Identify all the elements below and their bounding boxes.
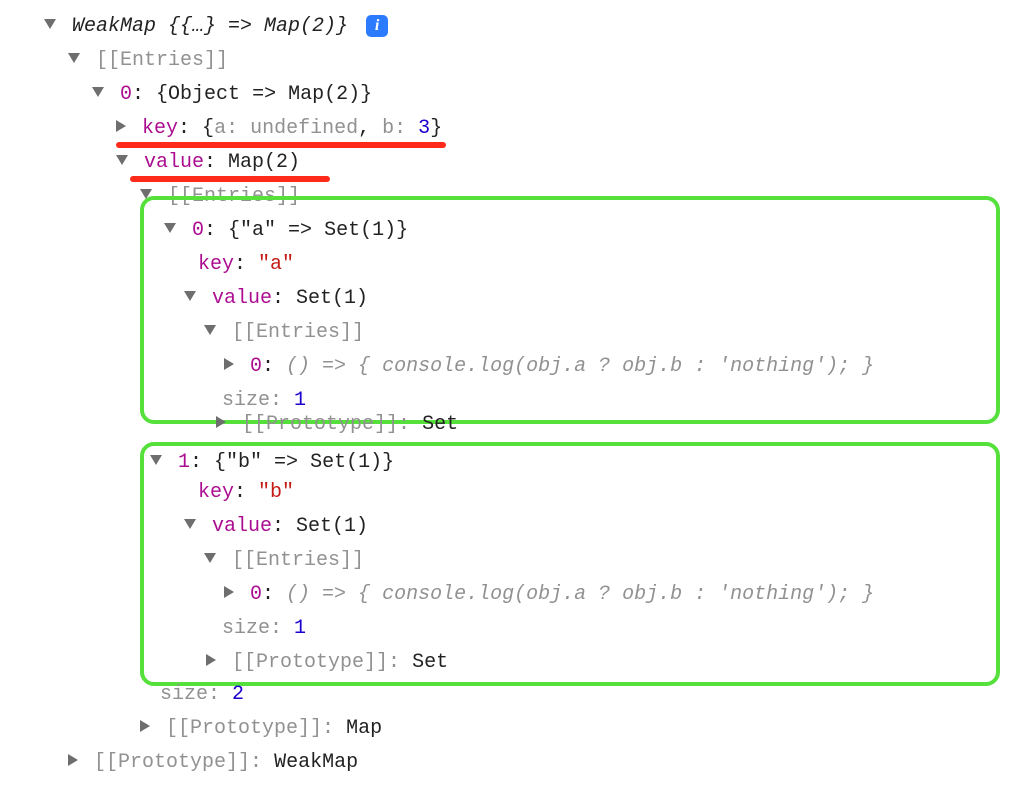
chevron-right-icon[interactable] bbox=[140, 720, 150, 732]
e0-prototype[interactable]: [[Prototype]]: Set bbox=[20, 408, 1030, 442]
highlight-box-b: key: "b" value: Set(1) [[Entries]] 0: ()… bbox=[140, 442, 1000, 686]
chevron-right-icon[interactable] bbox=[224, 358, 234, 370]
e1-fn[interactable]: 0: () => { console.log(obj.a ? obj.b : '… bbox=[144, 578, 990, 612]
entry-0-key[interactable]: key: {a: undefined, b: 3} bbox=[20, 112, 1030, 146]
e1-key: key: "b" bbox=[144, 476, 990, 510]
entry-index: 0 bbox=[192, 219, 204, 242]
chevron-down-icon[interactable] bbox=[116, 155, 128, 165]
map-prototype[interactable]: [[Prototype]]: Map bbox=[20, 712, 1030, 746]
e1-prototype[interactable]: [[Prototype]]: Set bbox=[144, 646, 990, 680]
chevron-down-icon[interactable] bbox=[92, 87, 104, 97]
highlight-box-a: 0: {"a" => Set(1)} key: "a" value: Set(1… bbox=[140, 196, 1000, 424]
key-label: key bbox=[142, 117, 178, 140]
chevron-down-icon[interactable] bbox=[44, 19, 56, 29]
map-size: size: 2 bbox=[20, 678, 1030, 712]
entry-0[interactable]: 0: {Object => Map(2)} bbox=[20, 78, 1030, 112]
value-preview: Map(2) bbox=[228, 151, 300, 174]
value-label: value bbox=[144, 151, 204, 174]
chevron-down-icon[interactable] bbox=[204, 325, 216, 335]
chevron-down-icon[interactable] bbox=[184, 519, 196, 529]
e0-key: key: "a" bbox=[144, 248, 990, 282]
root-prototype[interactable]: [[Prototype]]: WeakMap bbox=[20, 746, 1030, 780]
chevron-right-icon[interactable] bbox=[216, 416, 226, 428]
root-label: WeakMap {{…} => Map(2)} bbox=[72, 15, 348, 38]
e0-value[interactable]: value: Set(1) bbox=[144, 282, 990, 316]
e1-value[interactable]: value: Set(1) bbox=[144, 510, 990, 544]
entry-header: {Object => Map(2)} bbox=[156, 83, 372, 106]
chevron-down-icon[interactable] bbox=[204, 553, 216, 563]
info-icon[interactable]: i bbox=[366, 15, 388, 37]
chevron-down-icon[interactable] bbox=[68, 53, 80, 63]
chevron-down-icon[interactable] bbox=[184, 291, 196, 301]
chevron-down-icon[interactable] bbox=[164, 223, 176, 233]
entries-node[interactable]: [[Entries]] bbox=[20, 44, 1030, 78]
tree-root[interactable]: WeakMap {{…} => Map(2)} i bbox=[20, 10, 1030, 44]
chevron-right-icon[interactable] bbox=[116, 120, 126, 132]
entry-header: {"a" => Set(1)} bbox=[228, 219, 408, 242]
map-entry-0[interactable]: 0: {"a" => Set(1)} bbox=[144, 214, 990, 248]
entry-index: 0 bbox=[120, 83, 132, 106]
entries-label: [[Entries]] bbox=[96, 49, 228, 72]
e0-fn[interactable]: 0: () => { console.log(obj.a ? obj.b : '… bbox=[144, 350, 990, 384]
chevron-right-icon[interactable] bbox=[224, 586, 234, 598]
e1-entries[interactable]: [[Entries]] bbox=[144, 544, 990, 578]
chevron-right-icon[interactable] bbox=[206, 654, 216, 666]
e0-entries[interactable]: [[Entries]] bbox=[144, 316, 990, 350]
chevron-right-icon[interactable] bbox=[68, 754, 78, 766]
entry-0-value[interactable]: value: Map(2) bbox=[20, 146, 1030, 180]
e1-size: size: 1 bbox=[144, 612, 990, 646]
